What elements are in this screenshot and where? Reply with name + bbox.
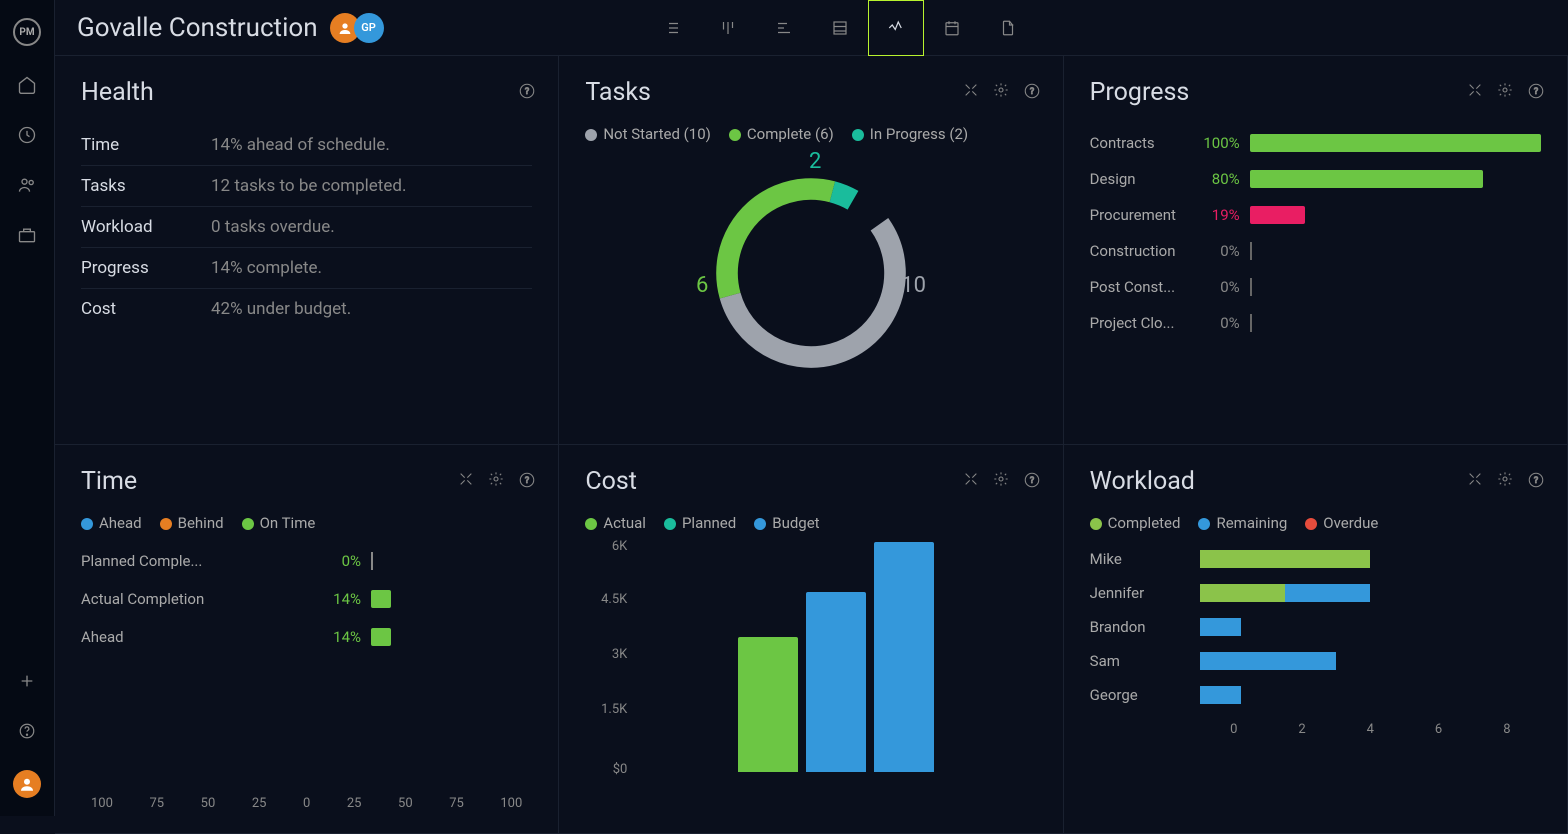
legend-item: Remaining (1198, 514, 1287, 532)
time-row: Planned Comple...0% (81, 542, 532, 580)
cost-bar-budget (874, 542, 934, 772)
help-icon[interactable]: ? (1527, 82, 1545, 100)
legend-item: On Time (242, 514, 316, 532)
progress-row: Contracts100% (1090, 125, 1541, 161)
cost-panel: Cost ? ActualPlannedBudget 6K 4.5K 3K 1.… (559, 445, 1063, 834)
list-view-icon[interactable] (644, 0, 700, 56)
workload-row: Mike (1090, 542, 1541, 576)
cost-bar-actual (738, 637, 798, 772)
progress-row: Post Const...0% (1090, 269, 1541, 305)
gear-icon[interactable] (1497, 82, 1515, 100)
legend-item: Completed (1090, 514, 1181, 532)
legend-item: In Progress (2) (852, 125, 968, 143)
donut-label-complete: 6 (696, 273, 708, 298)
gear-icon[interactable] (993, 82, 1011, 100)
gear-icon[interactable] (1497, 471, 1515, 489)
tasks-panel: Tasks ? Not Started (10)Complete (6)In P… (559, 56, 1063, 445)
board-view-icon[interactable] (700, 0, 756, 56)
gear-icon[interactable] (488, 471, 506, 489)
sidebar: PM (0, 0, 55, 816)
legend-item: Planned (664, 514, 736, 532)
svg-text:?: ? (1030, 87, 1034, 97)
view-switcher (644, 0, 1036, 56)
health-row: Workload0 tasks overdue. (81, 207, 532, 248)
donut-label-inprogress: 2 (809, 149, 821, 174)
health-row: Cost42% under budget. (81, 289, 532, 329)
clock-icon[interactable] (16, 124, 38, 146)
help-icon[interactable]: ? (1023, 82, 1041, 100)
panel-title: Health (81, 78, 532, 107)
workload-row: Sam (1090, 644, 1541, 678)
progress-row: Procurement19% (1090, 197, 1541, 233)
expand-icon[interactable] (1467, 471, 1485, 489)
user-avatar[interactable] (13, 770, 41, 798)
health-row: Tasks12 tasks to be completed. (81, 166, 532, 207)
expand-icon[interactable] (963, 82, 981, 100)
progress-panel: Progress ? Contracts100%Design80%Procure… (1064, 56, 1568, 445)
health-panel: Health ? Time14% ahead of schedule.Tasks… (55, 56, 559, 445)
donut-label-notstarted: 10 (901, 273, 926, 298)
legend-item: Ahead (81, 514, 142, 532)
progress-row: Project Clo...0% (1090, 305, 1541, 341)
health-row: Time14% ahead of schedule. (81, 125, 532, 166)
progress-row: Design80% (1090, 161, 1541, 197)
legend-item: Complete (6) (729, 125, 834, 143)
workload-row: George (1090, 678, 1541, 712)
health-row: Progress14% complete. (81, 248, 532, 289)
legend-item: Not Started (10) (585, 125, 711, 143)
dashboard-view-icon[interactable] (868, 0, 924, 56)
help-icon[interactable]: ? (1527, 471, 1545, 489)
project-title: Govalle Construction (77, 13, 318, 43)
workload-panel: Workload ? CompletedRemainingOverdue Mik… (1064, 445, 1568, 834)
time-row: Actual Completion14% (81, 580, 532, 618)
time-row: Ahead14% (81, 618, 532, 656)
workload-row: Brandon (1090, 610, 1541, 644)
svg-text:?: ? (1030, 476, 1034, 486)
expand-icon[interactable] (1467, 82, 1485, 100)
plus-icon[interactable] (16, 670, 38, 692)
svg-text:?: ? (1534, 476, 1538, 486)
briefcase-icon[interactable] (16, 224, 38, 246)
people-icon[interactable] (16, 174, 38, 196)
sheet-view-icon[interactable] (812, 0, 868, 56)
cost-bar-chart: 6K 4.5K 3K 1.5K $0 (585, 542, 1036, 772)
help-icon[interactable]: ? (1023, 471, 1041, 489)
expand-icon[interactable] (458, 471, 476, 489)
legend-item: Actual (585, 514, 646, 532)
expand-icon[interactable] (963, 471, 981, 489)
help-icon[interactable] (16, 720, 38, 742)
workload-row: Jennifer (1090, 576, 1541, 610)
help-icon[interactable]: ? (518, 82, 536, 100)
gear-icon[interactable] (993, 471, 1011, 489)
progress-row: Construction0% (1090, 233, 1541, 269)
file-view-icon[interactable] (980, 0, 1036, 56)
legend-item: Budget (754, 514, 819, 532)
home-icon[interactable] (16, 74, 38, 96)
legend-item: Overdue (1305, 514, 1378, 532)
gantt-view-icon[interactable] (756, 0, 812, 56)
legend-item: Behind (160, 514, 224, 532)
app-logo[interactable]: PM (13, 18, 41, 46)
calendar-view-icon[interactable] (924, 0, 980, 56)
member-avatars[interactable]: GP (336, 13, 384, 43)
help-icon[interactable]: ? (518, 471, 536, 489)
svg-text:?: ? (525, 476, 529, 486)
cost-bar-planned (806, 592, 866, 772)
topbar: Govalle Construction GP (55, 0, 1568, 56)
tasks-donut-chart: 2 6 10 (661, 153, 961, 393)
svg-text:?: ? (1534, 87, 1538, 97)
svg-text:?: ? (525, 87, 529, 97)
time-panel: Time ? AheadBehindOn Time Planned Comple… (55, 445, 559, 834)
